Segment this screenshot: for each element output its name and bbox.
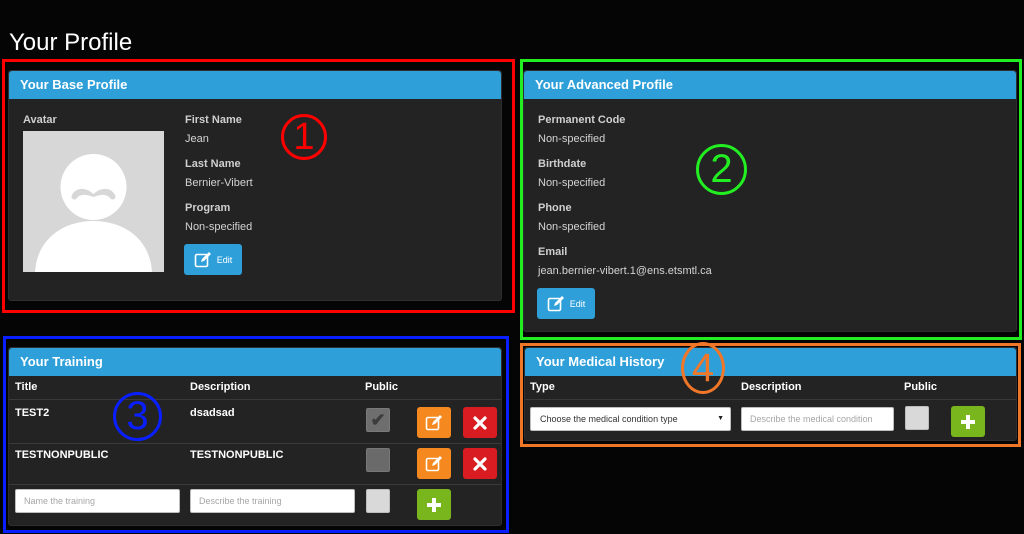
section-marker-3: 3 — [113, 392, 162, 441]
permanent-code-label: Permanent Code — [538, 114, 626, 126]
last-name-value: Bernier-Vibert — [185, 177, 253, 189]
last-name-label: Last Name — [185, 158, 241, 170]
avatar-placeholder-icon — [35, 154, 152, 272]
edit-icon — [194, 251, 211, 267]
new-training-description-input[interactable]: Describe the training — [190, 489, 355, 513]
medical-condition-type-select[interactable]: Choose the medical condition type ▼ — [530, 407, 731, 431]
edit-icon — [425, 455, 442, 471]
training-row-1-title: TEST2 — [15, 407, 50, 419]
advanced-profile-header: Your Advanced Profile — [524, 71, 1016, 99]
avatar — [23, 131, 164, 272]
first-name-label: First Name — [185, 114, 242, 126]
plus-icon — [427, 497, 441, 512]
training-row-divider — [9, 484, 501, 485]
section-marker-2: 2 — [696, 144, 747, 195]
plus-icon — [961, 414, 975, 429]
birthdate-label: Birthdate — [538, 158, 587, 170]
medical-condition-description-input[interactable]: Describe the medical condition — [741, 407, 894, 431]
program-value: Non-specified — [185, 221, 253, 233]
phone-value: Non-specified — [538, 221, 606, 233]
training-row-2-delete-button[interactable] — [463, 448, 497, 479]
training-row-2-description: TESTNONPUBLIC — [190, 449, 284, 461]
email-label: Email — [538, 246, 568, 258]
advanced-profile-edit-button[interactable]: Edit — [537, 288, 595, 319]
training-row-2-title: TESTNONPUBLIC — [15, 449, 109, 461]
base-profile-header: Your Base Profile — [9, 71, 501, 99]
section-marker-4: 4 — [681, 342, 725, 394]
training-header: Your Training — [9, 348, 501, 376]
advanced-profile-panel: Your Advanced Profile Permanent Code Non… — [523, 70, 1017, 332]
phone-label: Phone — [538, 202, 572, 214]
email-value: jean.bernier-vibert.1@ens.etsmtl.ca — [538, 265, 712, 277]
edit-label: Edit — [216, 254, 233, 265]
birthdate-value: Non-specified — [538, 177, 606, 189]
training-col-description: Description — [190, 381, 251, 393]
training-row-1-public-checkbox[interactable]: ✔ — [366, 408, 390, 432]
medical-header-divider — [525, 399, 1016, 400]
section-marker-1: 1 — [281, 114, 327, 160]
checkmark-icon: ✔ — [370, 409, 386, 430]
medical-col-type: Type — [530, 381, 555, 393]
edit-icon — [425, 414, 442, 430]
training-row-2-edit-button[interactable] — [417, 448, 451, 479]
medical-public-checkbox[interactable] — [905, 406, 929, 430]
medical-col-description: Description — [741, 381, 802, 393]
add-medical-condition-button[interactable] — [951, 406, 985, 437]
medical-condition-type-value: Choose the medical condition type — [540, 414, 678, 424]
training-row-1-edit-button[interactable] — [417, 407, 451, 438]
medical-col-public: Public — [904, 381, 938, 393]
dropdown-caret-icon: ▼ — [717, 415, 724, 422]
edit-icon — [547, 295, 564, 311]
close-icon — [473, 415, 487, 430]
permanent-code-value: Non-specified — [538, 133, 606, 145]
training-row-1-delete-button[interactable] — [463, 407, 497, 438]
training-row-1-description: dsadsad — [190, 407, 235, 419]
training-row-divider — [9, 443, 501, 444]
program-label: Program — [185, 202, 231, 214]
first-name-value: Jean — [185, 133, 209, 145]
new-training-public-checkbox[interactable] — [366, 489, 390, 513]
add-training-button[interactable] — [417, 489, 451, 520]
close-icon — [473, 456, 487, 471]
base-profile-edit-button[interactable]: Edit — [184, 244, 242, 275]
page-title: Your Profile — [9, 29, 133, 56]
new-training-title-input[interactable]: Name the training — [15, 489, 180, 513]
edit-label: Edit — [569, 298, 586, 309]
avatar-label: Avatar — [23, 114, 57, 126]
training-header-divider — [9, 399, 501, 400]
medical-history-header: Your Medical History — [525, 348, 1016, 376]
training-row-2-public-checkbox[interactable] — [366, 448, 390, 472]
training-col-title: Title — [15, 381, 38, 393]
training-col-public: Public — [365, 381, 399, 393]
